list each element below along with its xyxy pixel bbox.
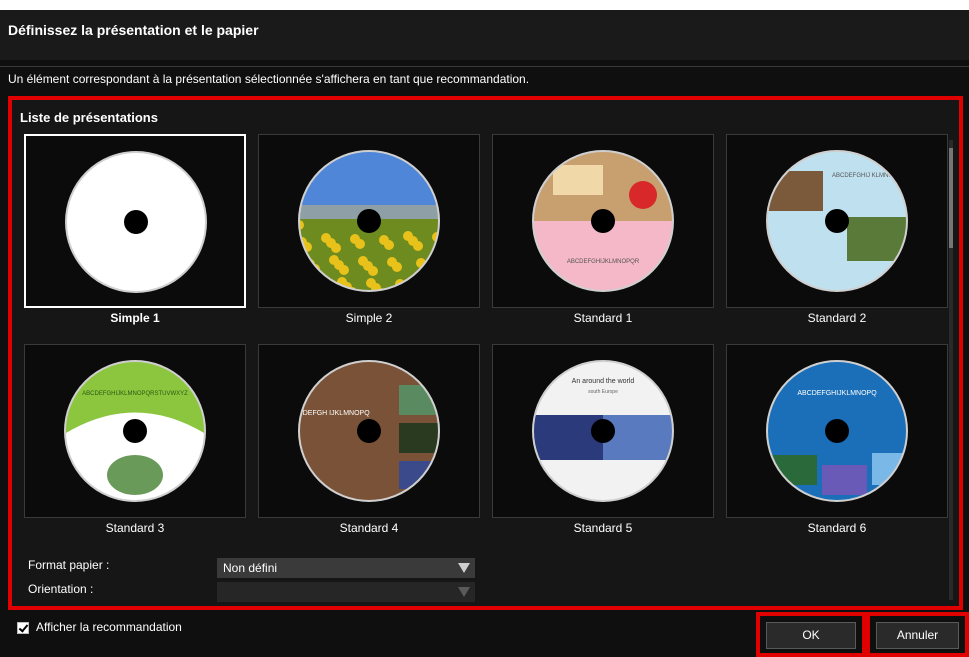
svg-text:ABCDEFGHIJKLMNOPQR: ABCDEFGHIJKLMNOPQR	[567, 259, 640, 265]
disc-preview: ABCDEFGHIJ KLMNOPQR	[766, 150, 908, 292]
disc-preview: ABCDEFGHIJKLMNOPQR	[532, 150, 674, 292]
layout-panel: Liste de présentations Simple 1 Simple 2 A…	[8, 96, 963, 610]
disc-preview: An around the world south Europe	[532, 360, 674, 502]
layout-label: Standard 5	[573, 521, 633, 535]
layout-label: Standard 3	[105, 521, 165, 535]
disc-preview: ABCDEFGH IJKLMNOPQ	[298, 360, 440, 502]
chevron-down-icon	[458, 587, 470, 597]
layout-thumbnail[interactable]	[24, 134, 246, 308]
paper-format-label: Format papier :	[28, 558, 110, 572]
layout-tile[interactable]: An around the world south Europe Standard …	[492, 344, 714, 535]
layout-tile[interactable]: ABCDEFGH IJKLMNOPQ Standard 4	[258, 344, 480, 535]
svg-text:An around the world: An around the world	[572, 378, 635, 385]
layout-tile[interactable]: ABCDEFGHIJKLMNOPQRSTUVWXYZ Standard 3	[24, 344, 246, 535]
ok-button[interactable]: OK	[766, 622, 856, 649]
layout-thumbnail[interactable]: An around the world south Europe	[492, 344, 714, 518]
layout-label: Standard 4	[339, 521, 399, 535]
layout-label: Standard 6	[807, 521, 867, 535]
disc-preview	[298, 150, 440, 292]
divider	[0, 66, 969, 67]
svg-text:south Europe: south Europe	[588, 389, 618, 395]
layout-tile[interactable]: ABCDEFGHIJ KLMNOPQR Standard 2	[726, 134, 948, 325]
orientation-select[interactable]	[217, 582, 475, 602]
layout-label: Simple 2	[345, 311, 393, 325]
layout-tile[interactable]: Simple 2	[258, 134, 480, 325]
svg-text:ABCDEFGHIJKLMNOPQ: ABCDEFGHIJKLMNOPQ	[797, 390, 877, 397]
cancel-button-frame: Annuler	[866, 612, 969, 657]
layout-thumbnail[interactable]: ABCDEFGHIJKLMNOPQRSTUVWXYZ	[24, 344, 246, 518]
ok-button-frame: OK	[756, 612, 866, 657]
paper-format-select[interactable]: Non défini	[217, 558, 475, 578]
svg-text:ABCDEFGHIJ KLMNOPQR: ABCDEFGHIJ KLMNOPQR	[832, 173, 907, 179]
layout-label: Standard 2	[807, 311, 867, 325]
scrollbar-thumb[interactable]	[949, 148, 953, 248]
disc-preview	[65, 151, 207, 293]
layout-tile[interactable]: ABCDEFGHIJKLMNOPQ Standard 6	[726, 344, 948, 535]
layout-thumbnail[interactable]	[258, 134, 480, 308]
orientation-label: Orientation :	[28, 582, 94, 596]
dialog-description: Un élément correspondant à la présentati…	[8, 72, 530, 86]
recommendation-label: Afficher la recommandation	[36, 620, 182, 634]
layout-tile[interactable]: ABCDEFGHIJKLMNOPQR Standard 1	[492, 134, 714, 325]
recommendation-checkbox[interactable]	[17, 622, 29, 634]
disc-preview: ABCDEFGHIJKLMNOPQRSTUVWXYZ	[64, 360, 206, 502]
layout-list-heading: Liste de présentations	[20, 110, 158, 125]
svg-text:ABCDEFGHIJKLMNOPQRSTUVWXYZ: ABCDEFGHIJKLMNOPQRSTUVWXYZ	[82, 391, 188, 397]
layout-thumbnail[interactable]: ABCDEFGHIJKLMNOPQR	[492, 134, 714, 308]
chevron-down-icon	[458, 563, 470, 573]
dialog-title-bar: Définissez la présentation et le papier	[0, 0, 969, 60]
cancel-button[interactable]: Annuler	[876, 622, 959, 649]
layout-tile[interactable]: Simple 1	[24, 134, 246, 325]
layout-thumbnail[interactable]: ABCDEFGHIJ KLMNOPQR	[726, 134, 948, 308]
layout-label: Simple 1	[110, 311, 160, 325]
layout-scrollbar[interactable]	[949, 140, 953, 600]
paper-format-value: Non défini	[223, 561, 278, 575]
layout-thumbnail[interactable]: ABCDEFGH IJKLMNOPQ	[258, 344, 480, 518]
disc-preview: ABCDEFGHIJKLMNOPQ	[766, 360, 908, 502]
layout-label: Standard 1	[573, 311, 633, 325]
layout-thumbnail[interactable]: ABCDEFGHIJKLMNOPQ	[726, 344, 948, 518]
dialog-title: Définissez la présentation et le papier	[8, 22, 259, 38]
